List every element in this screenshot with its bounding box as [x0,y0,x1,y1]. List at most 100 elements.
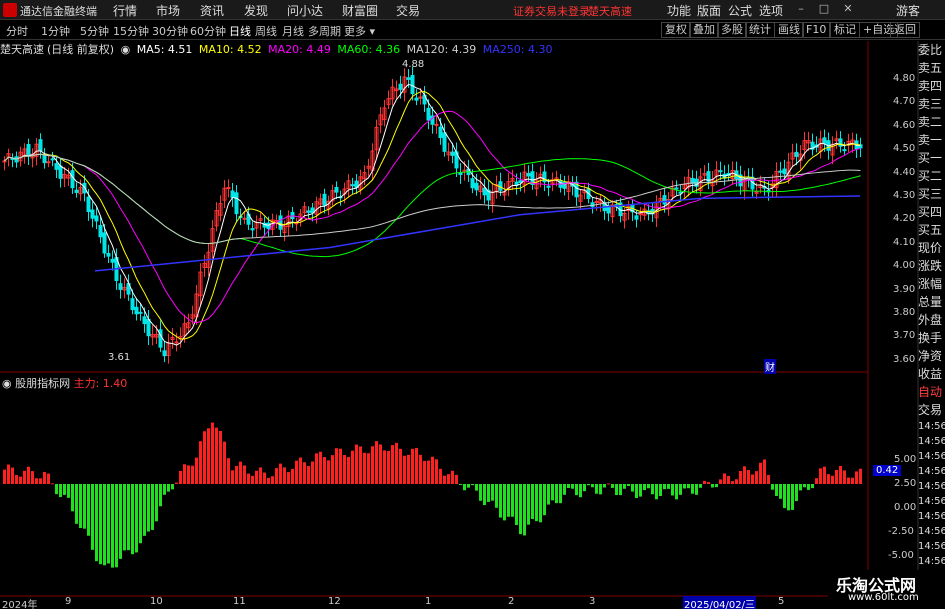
indicator-bar [443,475,446,484]
indicator-bar [519,484,522,535]
indicator-bar [439,468,442,484]
indicator-bar [319,451,322,484]
indicator-bar [571,484,574,489]
indicator-bar [251,475,254,484]
sidebar-item[interactable]: 14:56 [918,449,945,464]
sidebar-item[interactable]: 净资 [918,347,945,365]
sidebar-item[interactable]: 14:56 [918,509,945,524]
sidebar-item[interactable]: 14:56 [918,494,945,509]
candle-body [778,170,783,173]
date-label: 3 [589,596,596,607]
indicator-bar [15,475,18,484]
indicator-toggle-icon[interactable]: ◉ [2,377,12,390]
indicator-bar [535,484,538,522]
indicator-bar [367,453,370,484]
candle-body [146,318,151,337]
indicator-bar [67,484,70,498]
sidebar-item[interactable]: 卖一 [918,131,945,149]
sidebar-item[interactable]: 现价 [918,239,945,257]
sidebar-item[interactable]: 卖五 [918,59,945,77]
sidebar-item[interactable]: 买一 [918,149,945,167]
indicator-bar [363,452,366,484]
sidebar-item[interactable]: 换手 [918,329,945,347]
candle-body [634,215,639,220]
indicator-bar [47,473,50,484]
sidebar-item[interactable]: 涨跌 [918,257,945,275]
indicator-bar [783,484,786,509]
sidebar-item[interactable]: 14:56 [918,434,945,449]
indicator-bar [255,470,258,484]
indicator-bar [575,484,578,496]
candle-body [74,189,79,193]
sidebar-item[interactable]: 卖四 [918,77,945,95]
sidebar-item[interactable]: 自动 [918,383,945,401]
price-tick-label: 3.60 [893,353,916,365]
indicator-bar [619,484,622,496]
sidebar-item[interactable]: 14:56 [918,419,945,434]
indicator-bar [835,469,838,484]
cursor-date-label: 2025/04/02/三 [683,596,757,609]
indicator-bar [655,484,658,500]
indicator-bar [723,473,726,484]
price-tick-label: 4.70 [893,96,916,108]
sidebar-item[interactable]: 卖二 [918,113,945,131]
sidebar-item[interactable]: 卖三 [918,95,945,113]
indicator-bar [103,484,106,566]
indicator-bar [331,455,334,484]
indicator-bar [375,441,378,484]
low-price-label: 3.61 [108,352,131,363]
indicator-tick-label: -5.00 [888,550,914,561]
indicator-bar [623,484,626,489]
indicator-bar [31,471,34,484]
indicator-bar [639,484,642,497]
indicator-bar [663,484,666,490]
kline-chart[interactable] [0,0,945,609]
indicator-bar [523,484,526,536]
finance-event-marker[interactable]: 财 [764,359,776,374]
indicator-bar [63,484,66,495]
candle-body [98,225,103,238]
indicator-bar [403,455,406,484]
date-label: 2024年 [2,600,38,609]
indicator-bar [587,484,590,486]
indicator-tick-label: -2.50 [888,526,914,537]
indicator-bar [819,468,822,484]
sidebar-item[interactable]: 交易 [918,401,945,419]
sidebar-item[interactable]: 14:56 [918,554,945,569]
candle-body [142,316,147,325]
sidebar-item[interactable]: 收益 [918,365,945,383]
candle-body [546,185,551,188]
sidebar-item[interactable]: 14:56 [918,539,945,554]
candle-body [110,258,115,263]
indicator-bar [303,462,306,484]
indicator-bar [779,484,782,499]
candle-body [498,181,503,191]
sidebar-item[interactable]: 买二 [918,167,945,185]
indicator-bar [263,472,266,484]
indicator-bar [3,469,6,484]
sidebar-item[interactable]: 14:56 [918,464,945,479]
indicator-bar [311,461,314,484]
sidebar-item[interactable]: 总量 [918,293,945,311]
indicator-bar [199,441,202,484]
sidebar-item[interactable]: 委比 [918,41,945,59]
indicator-bar [591,484,594,488]
sidebar-item[interactable]: 外盘 [918,311,945,329]
indicator-bar [323,457,326,484]
indicator-bar [695,484,698,495]
sidebar-item[interactable]: 14:56 [918,479,945,494]
sidebar-item[interactable]: 14:56 [918,524,945,539]
indicator-bar [847,477,850,484]
price-tick-label: 4.50 [893,143,916,155]
sidebar-item[interactable]: 买四 [918,203,945,221]
indicator-bar [215,427,218,484]
sidebar-item[interactable]: 买五 [918,221,945,239]
indicator-bar [567,484,570,489]
sidebar-item[interactable]: 买三 [918,185,945,203]
candle-body [482,187,487,196]
indicator-bar [247,473,250,484]
sidebar-item[interactable]: 涨幅 [918,275,945,293]
indicator-bar [547,484,550,505]
indicator-bar [395,442,398,484]
indicator-bar [747,469,750,484]
